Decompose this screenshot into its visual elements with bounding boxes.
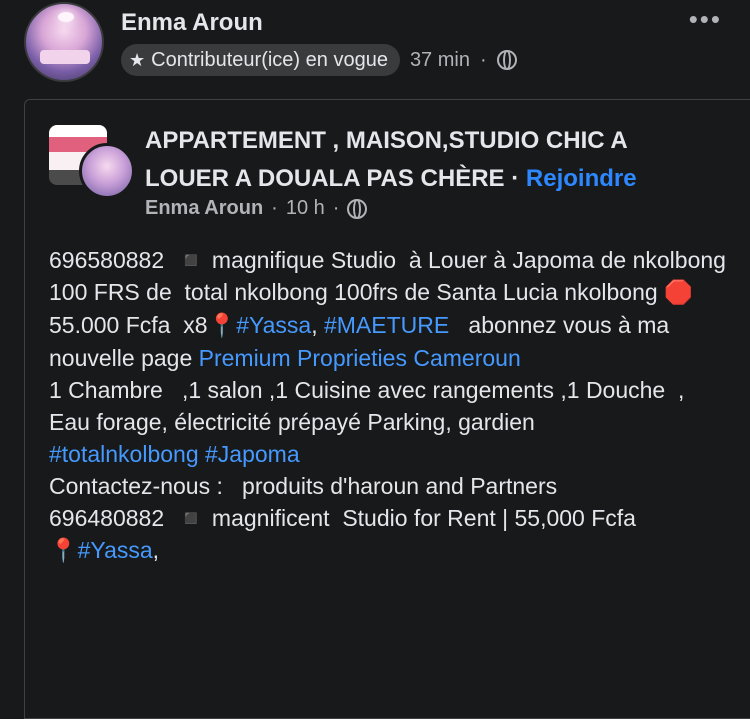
hashtag-link[interactable]: #Yassa [78, 537, 153, 563]
group-post-meta: Enma Aroun · 10 h · [145, 197, 368, 220]
group-title[interactable]: APPARTEMENT , MAISON,STUDIO CHIC A LOUER… [145, 122, 715, 198]
hashtag-link[interactable]: #Japoma [205, 441, 300, 467]
hashtag-link[interactable]: #Yassa [236, 312, 311, 338]
pin-icon: 📍 [207, 313, 237, 339]
globe-icon [347, 198, 368, 219]
page-link[interactable]: Premium Proprieties Cameroun [199, 345, 521, 371]
author-name[interactable]: Enma Aroun [121, 9, 263, 37]
text-segment: 1 Chambre ,1 salon ,1 Cuisine avec range… [49, 377, 685, 435]
group-post-author[interactable]: Enma Aroun [145, 197, 263, 220]
separator-dot: · [479, 48, 487, 71]
text-segment: , [311, 312, 324, 338]
more-options-icon[interactable]: ••• [689, 4, 722, 35]
hashtag-link[interactable]: #MAETURE [324, 312, 449, 338]
text-segment: 696580882 ◾ magnifique Studio à Louer à … [49, 247, 733, 305]
stop-sign-icon: 🛑 [664, 280, 693, 306]
pin-icon: 📍 [49, 538, 78, 564]
text-segment: Contactez-nous : produits d'haroun and P… [49, 473, 636, 531]
group-post-time[interactable]: 10 h [286, 197, 325, 220]
join-button[interactable]: Rejoindre [526, 165, 637, 192]
avatar-sofa [40, 50, 90, 64]
star-icon: ★ [129, 49, 146, 70]
post-meta: ★ Contributeur(ice) en vogue 37 min · [121, 44, 517, 76]
title-separator: · [504, 165, 526, 192]
author-avatar[interactable] [24, 2, 104, 82]
contributor-badge[interactable]: ★ Contributeur(ice) en vogue [121, 44, 400, 76]
group-thumbnail[interactable] [49, 125, 135, 199]
group-author-avatar [79, 143, 135, 199]
globe-icon [496, 50, 517, 70]
post-body: 696580882 ◾ magnifique Studio à Louer à … [49, 244, 729, 567]
hashtag-link[interactable]: #totalnkolbong [49, 441, 199, 467]
text-segment: , [152, 537, 160, 563]
separator-dot: · [271, 197, 278, 219]
shared-post-card[interactable]: APPARTEMENT , MAISON,STUDIO CHIC A LOUER… [24, 99, 750, 719]
separator-dot: · [332, 197, 340, 219]
post-time[interactable]: 37 min [410, 49, 470, 72]
avatar-lamp [58, 12, 74, 22]
badge-label: Contributeur(ice) en vogue [151, 48, 388, 71]
